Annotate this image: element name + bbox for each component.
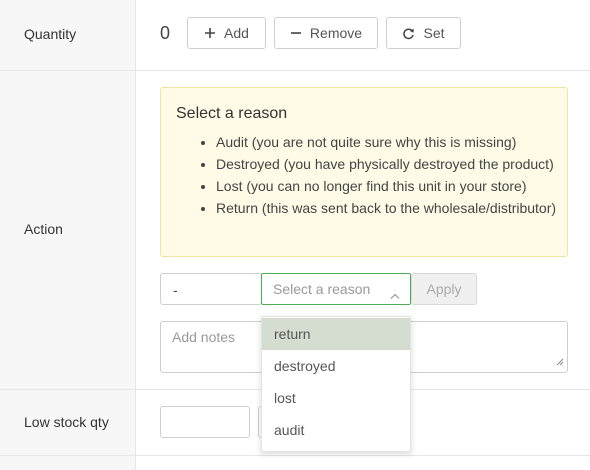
apply-button-label: Apply (426, 281, 462, 297)
set-button-label: Set (423, 25, 445, 41)
reason-list: Audit (you are not quite sure why this i… (216, 131, 561, 219)
resize-grip-icon[interactable] (556, 353, 564, 369)
notes-placeholder: Add notes (172, 329, 236, 345)
remove-button[interactable]: Remove (274, 17, 378, 49)
notice-title: Select a reason (176, 105, 288, 122)
quantity-label: Quantity (24, 26, 77, 42)
quantity-value: 0 (160, 23, 171, 43)
refresh-icon (402, 27, 415, 40)
reason-list-item: Audit (you are not quite sure why this i… (216, 131, 561, 153)
add-button-label: Add (224, 25, 249, 41)
reason-list-item: Lost (you can no longer find this unit i… (216, 175, 561, 197)
add-button[interactable]: Add (187, 17, 266, 49)
low-stock-input[interactable] (160, 406, 250, 438)
dropdown-option-destroyed[interactable]: destroyed (262, 350, 410, 382)
low-stock-label: Low stock qty (24, 414, 109, 430)
adjust-quantity-input[interactable]: - (160, 273, 262, 305)
adjust-quantity-value: - (173, 282, 178, 298)
row-divider (0, 455, 590, 456)
apply-button[interactable]: Apply (411, 273, 477, 305)
reason-list-item: Destroyed (you have physically destroyed… (216, 153, 561, 175)
dropdown-option-return[interactable]: return (262, 318, 410, 350)
reason-list-item: Return (this was sent back to the wholes… (216, 197, 561, 219)
reason-select[interactable]: Select a reason (261, 273, 411, 305)
set-button[interactable]: Set (386, 17, 461, 49)
remove-button-label: Remove (309, 25, 363, 41)
reason-select-placeholder: Select a reason (273, 281, 371, 297)
dropdown-option-lost[interactable]: lost (262, 382, 410, 414)
row-divider (0, 70, 590, 71)
chevron-up-icon (390, 286, 400, 302)
action-label: Action (24, 221, 63, 237)
plus-icon (204, 27, 216, 39)
dropdown-option-audit[interactable]: audit (262, 414, 410, 446)
reason-notice: Select a reason Audit (you are not quite… (160, 87, 568, 257)
reason-dropdown: return destroyed lost audit (261, 316, 411, 452)
minus-icon (290, 27, 302, 39)
